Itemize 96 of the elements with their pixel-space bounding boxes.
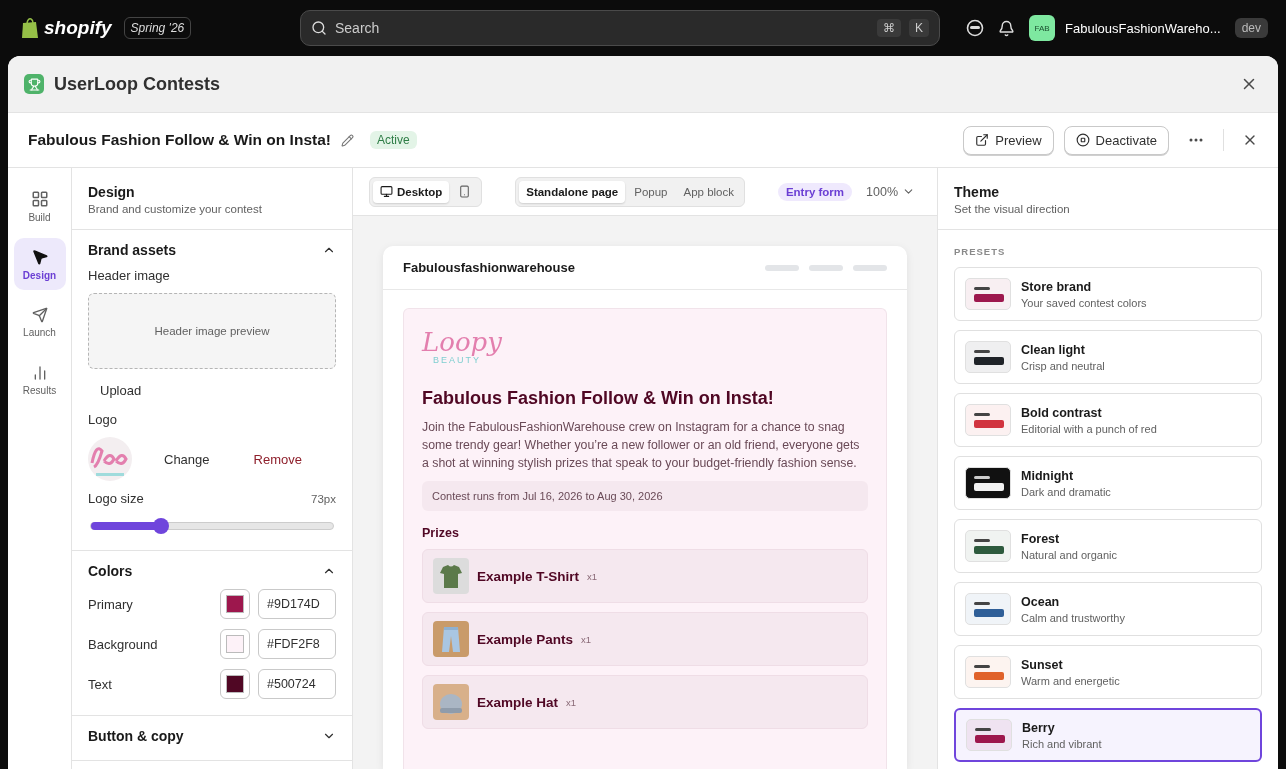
theme-swatch: [965, 341, 1011, 373]
color-swatch[interactable]: [220, 669, 250, 699]
theme-preset[interactable]: Store brand Your saved contest colors: [954, 267, 1262, 321]
nav-placeholder: [853, 264, 887, 271]
contest-title: Fabulous Fashion Follow & Win on Insta!: [28, 131, 331, 149]
panel-title: Design: [88, 184, 136, 200]
brand-name: shopify: [44, 17, 112, 39]
prize-name: Example T-Shirt: [477, 568, 580, 584]
theme-swatch: [965, 467, 1011, 499]
search-field[interactable]: Search ⌘ K: [300, 10, 940, 46]
theme-swatch: [965, 656, 1011, 688]
panel-subtitle: Set the visual direction: [954, 203, 1071, 215]
theme-preset[interactable]: Bold contrast Editorial with a punch of red: [954, 393, 1262, 447]
hex-field[interactable]: #9D174D: [258, 589, 336, 619]
contest-heading: Fabulous Fashion Follow & Win on Insta!: [422, 388, 775, 409]
zoom-select[interactable]: 100%: [860, 183, 921, 200]
color-label: Text: [88, 676, 113, 692]
trophy-icon: [24, 74, 44, 94]
field-label: Header image: [88, 268, 171, 283]
bell-icon[interactable]: [998, 19, 1016, 37]
logo-tagline: BEAUTY: [433, 355, 481, 365]
slider-value: 73px: [311, 492, 336, 505]
preview-button[interactable]: Preview: [963, 125, 1054, 155]
color-swatch[interactable]: [220, 589, 250, 619]
panel-title: Theme: [954, 184, 1001, 200]
send-icon: [31, 306, 48, 323]
more-icon: [1189, 138, 1203, 142]
grid-icon: [30, 189, 49, 208]
phone-icon: [458, 185, 472, 198]
theme-preset[interactable]: Ocean Calm and trustworthy: [954, 582, 1262, 636]
edition-badge: Spring '26: [123, 17, 192, 39]
app-title: UserLoop Contests: [54, 73, 222, 95]
remove-button[interactable]: Remove: [241, 447, 314, 471]
stop-icon: [1075, 133, 1090, 147]
status-badge: Active: [369, 131, 417, 149]
store-title: Fabulousfashionwarehouse: [403, 260, 576, 275]
theme-preset[interactable]: Berry Rich and vibrant: [954, 708, 1262, 762]
deactivate-button[interactable]: Deactivate: [1063, 125, 1169, 155]
hex-field[interactable]: #500724: [258, 669, 336, 699]
prize-name: Example Pants: [477, 631, 574, 647]
desktop-tab[interactable]: Desktop: [373, 180, 450, 203]
mode-tab[interactable]: App block: [676, 180, 742, 203]
color-label: Primary: [88, 596, 134, 612]
nav-placeholder: [809, 264, 843, 271]
nav-item[interactable]: Build: [13, 180, 66, 232]
mode-tab[interactable]: Popup: [627, 180, 675, 203]
theme-swatch: [966, 719, 1012, 751]
slider-thumb[interactable]: [153, 518, 170, 534]
prize-quantity: x1: [587, 570, 598, 582]
field-label: Logo: [88, 412, 118, 427]
theme-swatch: [965, 530, 1011, 562]
store-avatar[interactable]: FAB: [1029, 15, 1056, 41]
shortcut-key: K: [909, 19, 929, 37]
prize-quantity: x1: [581, 633, 592, 645]
contest-description: Join the FabulousFashionWarehouse crew on Instagram for a chance to snag some trendy gear! Whether you’re a new follower or an old friend, everyone gets a shot at winning stylish prizes that speak to your budget-friendly fashion sense.: [422, 419, 861, 472]
external-link-icon: [975, 133, 990, 147]
more-button[interactable]: [1187, 136, 1205, 144]
logo-thumbnail: [88, 437, 132, 481]
theme-preset[interactable]: Forest Natural and organic: [954, 519, 1262, 573]
upload-button[interactable]: Upload: [88, 379, 154, 402]
section-label: PRESETS: [954, 246, 1007, 257]
section-title: Brand assets: [88, 242, 176, 258]
prizes-heading: Prizes: [422, 526, 460, 540]
step-badge: Entry form: [777, 182, 853, 201]
prize-name: Example Hat: [477, 694, 559, 710]
shopping-bag-icon: [20, 17, 40, 39]
section-title: Colors: [88, 563, 133, 579]
change-button[interactable]: Change: [152, 447, 222, 471]
cursor-icon: [30, 247, 49, 266]
nav-item[interactable]: Design: [13, 238, 66, 290]
theme-preset[interactable]: Sunset Warm and energetic: [954, 645, 1262, 699]
logo-wordmark: Loopy: [422, 329, 502, 355]
nav-item[interactable]: Launch: [13, 296, 66, 348]
theme-preset[interactable]: Clean light Crisp and neutral: [954, 330, 1262, 384]
contest-dates: Contest runs from Jul 16, 2026 to Aug 30, 2026: [422, 481, 868, 511]
edit-icon[interactable]: [340, 133, 354, 147]
nav-placeholder: [765, 264, 799, 271]
prize-quantity: x1: [566, 696, 577, 708]
theme-swatch: [965, 278, 1011, 310]
dev-badge: dev: [1234, 18, 1268, 38]
search-icon: [311, 20, 327, 36]
color-label: Background: [88, 636, 159, 652]
theme-swatch: [965, 404, 1011, 436]
theme-swatch: [965, 593, 1011, 625]
header-image-dropzone[interactable]: Header image preview: [88, 293, 336, 369]
field-label: Logo size: [88, 491, 144, 506]
shortcut-key: ⌘: [877, 19, 901, 37]
panel-subtitle: Brand and customize your contest: [88, 203, 263, 215]
color-swatch[interactable]: [220, 629, 250, 659]
hex-field[interactable]: #FDF2F8: [258, 629, 336, 659]
store-name[interactable]: FabulousFashionWareho...: [1065, 20, 1221, 36]
nav-item[interactable]: Results: [13, 354, 66, 406]
monitor-icon: [380, 185, 393, 198]
theme-preset[interactable]: Midnight Dark and dramatic: [954, 456, 1262, 510]
section-title: Button & copy: [88, 728, 184, 744]
mode-tab[interactable]: Standalone page: [519, 180, 626, 203]
